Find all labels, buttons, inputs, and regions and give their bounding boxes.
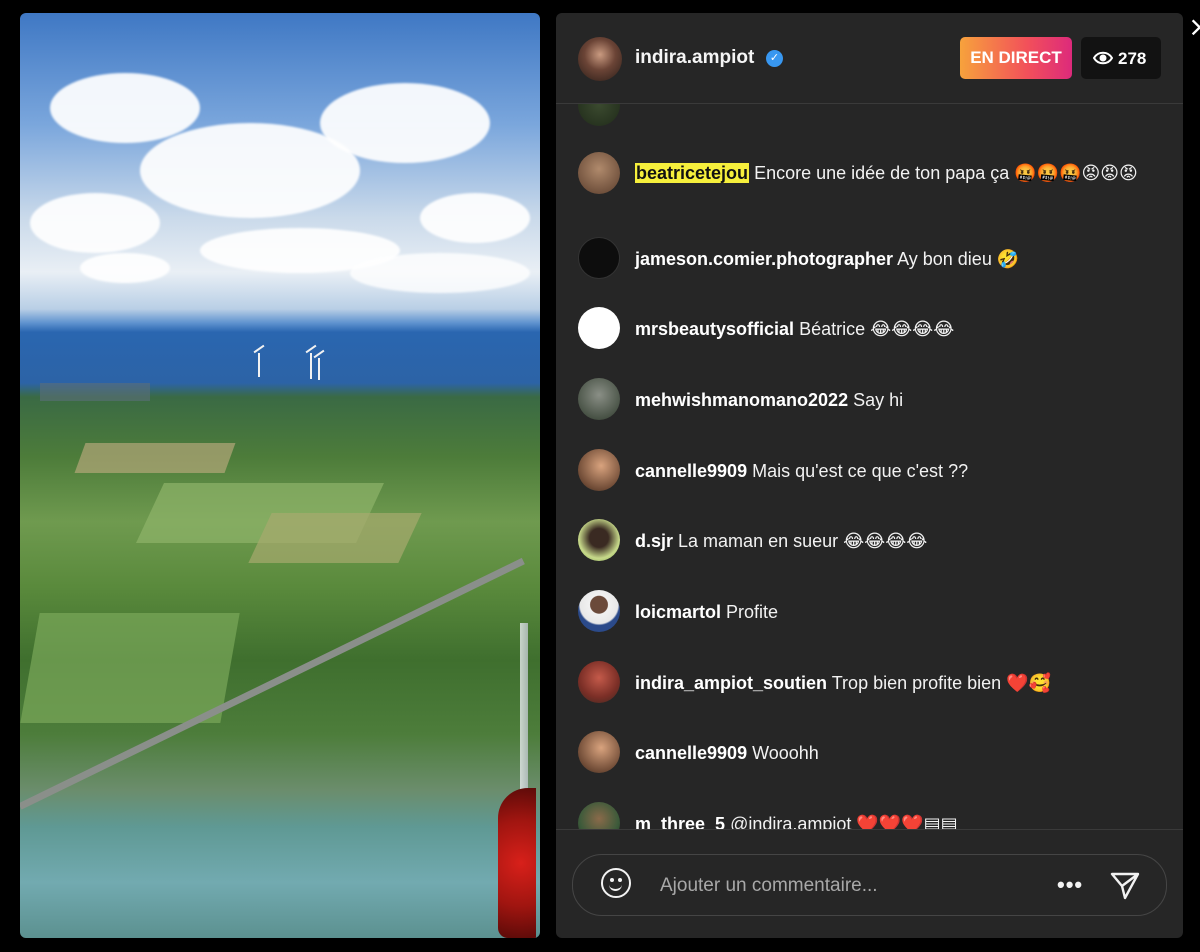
comment-username[interactable]: cannelle9909 xyxy=(635,461,747,481)
comment-body: Trop bien profite bien ❤️🥰 xyxy=(831,673,1051,693)
comment-text: loicmartol Profite xyxy=(635,599,1160,625)
comment-text: mrsbeautysofficial Béatrice 😂😂😂😂 xyxy=(635,316,1160,342)
comment-body: Encore une idée de ton papa ça 🤬🤬🤬😡😡😡 xyxy=(754,163,1138,183)
more-options-icon[interactable]: ••• xyxy=(1057,872,1083,898)
viewer-count: 278 xyxy=(1118,49,1147,68)
avatar[interactable] xyxy=(578,152,620,194)
comment-text: beatricetejou Encore une idée de ton pap… xyxy=(635,160,1160,186)
live-badge: EN DIRECT xyxy=(960,37,1072,79)
verified-badge-icon: ✓ xyxy=(766,50,783,67)
comment-username[interactable]: indira_ampiot_soutien xyxy=(635,673,827,693)
comment-text: indira_ampiot_soutien Trop bien profite … xyxy=(635,670,1160,696)
live-header: indira.ampiot ✓ EN DIRECT 278 xyxy=(556,13,1183,104)
comment-text: mehwishmanomano2022 Say hi xyxy=(635,387,1160,413)
send-icon[interactable] xyxy=(1109,869,1141,901)
comment-username[interactable]: loicmartol xyxy=(635,602,721,622)
comment-username[interactable]: jameson.comier.photographer xyxy=(635,249,893,269)
comment-username[interactable]: mehwishmanomano2022 xyxy=(635,390,848,410)
helicopter-frame xyxy=(498,788,536,938)
avatar[interactable] xyxy=(578,519,620,561)
comment-input[interactable] xyxy=(658,869,1002,903)
emoji-icon[interactable] xyxy=(601,868,631,898)
comment-username[interactable]: mrsbeautysofficial xyxy=(635,319,794,339)
host-username[interactable]: indira.ampiot xyxy=(635,47,754,69)
close-icon[interactable]: × xyxy=(1188,10,1200,43)
field xyxy=(20,613,240,723)
comment-body: @indira.ampiot ❤️❤️❤️▤▤ xyxy=(730,814,958,829)
cloud xyxy=(80,253,170,283)
avatar[interactable] xyxy=(578,307,620,349)
comment-body: Béatrice 😂😂😂😂 xyxy=(799,319,955,339)
field xyxy=(40,383,150,401)
avatar[interactable] xyxy=(578,104,620,126)
comment-text: jameson.comier.photographer Ay bon dieu … xyxy=(635,246,1160,272)
cloud xyxy=(350,253,530,293)
comment-body: Ay bon dieu 🤣 xyxy=(897,249,1020,269)
live-video[interactable] xyxy=(20,13,540,938)
comment-text: m_three_5 @indira.ampiot ❤️❤️❤️▤▤ xyxy=(635,811,1160,829)
wind-turbine xyxy=(318,358,320,380)
comment-body: Profite xyxy=(726,602,779,622)
cloud xyxy=(320,83,490,163)
avatar[interactable] xyxy=(578,802,620,829)
avatar[interactable] xyxy=(578,590,620,632)
comment-username[interactable]: cannelle9909 xyxy=(635,743,747,763)
comment-username[interactable]: m_three_5 xyxy=(635,814,725,829)
avatar[interactable] xyxy=(578,37,622,81)
comment-list[interactable]: beatricetejou Encore une idée de ton pap… xyxy=(556,104,1183,829)
wind-turbine xyxy=(310,353,312,379)
avatar[interactable] xyxy=(578,731,620,773)
viewer-count-badge[interactable]: 278 xyxy=(1081,37,1161,79)
comment-username[interactable]: beatricetejou xyxy=(635,163,750,183)
cloud xyxy=(420,193,530,243)
avatar[interactable] xyxy=(578,661,620,703)
cloud xyxy=(30,193,160,253)
comment-text: d.sjr La maman en sueur 😂😂😂😂 xyxy=(635,528,1160,554)
helicopter-strut xyxy=(520,623,528,793)
wind-turbine xyxy=(258,353,260,377)
avatar[interactable] xyxy=(578,378,620,420)
cloud xyxy=(50,73,200,143)
comment-text: cannelle9909 Mais qu'est ce que c'est ?? xyxy=(635,458,1160,484)
avatar[interactable] xyxy=(578,237,620,279)
avatar[interactable] xyxy=(578,449,620,491)
live-chat-panel: indira.ampiot ✓ EN DIRECT 278 beatricete… xyxy=(556,13,1183,938)
comment-username[interactable]: d.sjr xyxy=(635,531,673,551)
comment-body: Mais qu'est ce que c'est ?? xyxy=(752,461,969,481)
comment-body: Wooohh xyxy=(752,743,819,763)
field xyxy=(248,513,422,563)
comment-composer-area: ••• xyxy=(556,829,1183,938)
comment-composer: ••• xyxy=(572,854,1167,916)
comment-body: La maman en sueur 😂😂😂😂 xyxy=(678,531,928,551)
field xyxy=(74,443,236,473)
comment-text: cannelle9909 Wooohh xyxy=(635,740,1160,766)
comment-body: Say hi xyxy=(853,390,904,410)
eye-icon xyxy=(1093,51,1113,65)
